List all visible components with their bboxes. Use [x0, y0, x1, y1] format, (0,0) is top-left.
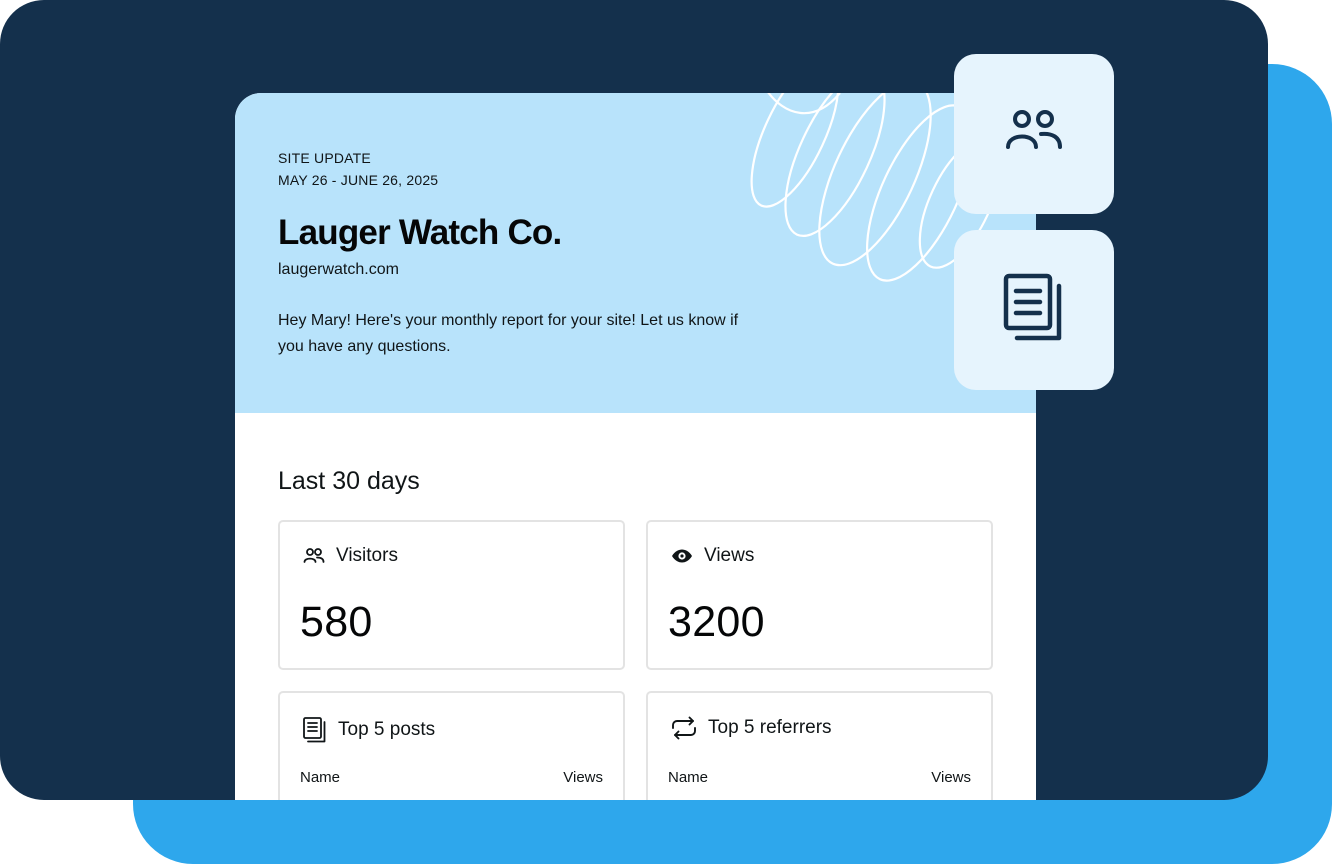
visitors-card-header: Visitors — [302, 545, 398, 567]
visitors-card: Visitors 580 — [278, 520, 625, 670]
people-icon — [1004, 109, 1064, 160]
site-url: laugerwatch.com — [278, 261, 399, 278]
posts-icon — [1002, 273, 1066, 348]
views-card: Views 3200 — [646, 520, 993, 670]
top-referrers-card-header: Top 5 referrers — [670, 716, 832, 740]
report-email: SITE UPDATE MAY 26 - JUNE 26, 2025 Lauge… — [235, 93, 1036, 800]
referrers-name-column-header: Name — [668, 769, 709, 786]
posts-views-column-header: Views — [563, 769, 603, 786]
site-title: Lauger Watch Co. — [278, 213, 562, 252]
report-header: SITE UPDATE MAY 26 - JUNE 26, 2025 Lauge… — [235, 93, 1036, 413]
posts-feature-tile — [954, 230, 1114, 390]
eye-icon — [670, 546, 694, 566]
top-posts-title: Top 5 posts — [338, 719, 436, 740]
repeat-icon — [670, 716, 698, 740]
report-date-range: MAY 26 - JUNE 26, 2025 — [278, 172, 439, 188]
views-label: Views — [704, 545, 755, 566]
top-posts-card-header: Top 5 posts — [302, 716, 435, 744]
people-icon — [302, 546, 326, 566]
top-referrers-card: Top 5 referrers Name Views — [646, 691, 993, 800]
top-referrers-title: Top 5 referrers — [708, 717, 832, 738]
visitors-label: Visitors — [336, 545, 398, 566]
views-card-header: Views — [670, 545, 754, 567]
report-eyebrow: SITE UPDATE — [278, 150, 371, 166]
visitors-count: 580 — [300, 598, 373, 646]
views-count: 3200 — [668, 598, 765, 646]
greeting-text: Hey Mary! Here's your monthly report for… — [278, 312, 739, 355]
people-feature-tile — [954, 54, 1114, 214]
referrers-views-column-header: Views — [931, 769, 971, 786]
posts-name-column-header: Name — [300, 769, 341, 786]
posts-icon — [302, 716, 328, 744]
top-posts-card: Top 5 posts Name Views — [278, 691, 625, 800]
section-title: Last 30 days — [278, 467, 420, 495]
